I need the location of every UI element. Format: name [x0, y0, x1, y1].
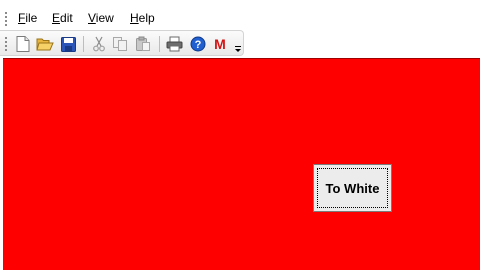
help-icon[interactable]: ? [189, 35, 207, 53]
new-document-icon[interactable] [14, 35, 32, 53]
menu-view[interactable]: View [88, 11, 114, 25]
cut-icon[interactable] [90, 35, 108, 53]
paste-icon[interactable] [134, 35, 152, 53]
to-white-button-label: To White [325, 180, 380, 196]
menu-edit[interactable]: Edit [52, 11, 73, 25]
app-window: File Edit View Help ? M To White [0, 0, 480, 270]
open-folder-icon[interactable] [36, 35, 54, 53]
to-white-button[interactable]: To White [313, 164, 392, 212]
svg-text:?: ? [195, 39, 202, 51]
toolbar-grip[interactable] [5, 37, 7, 51]
toolbar-separator [159, 36, 160, 52]
m-logo-icon[interactable]: M [211, 35, 229, 53]
toolbar: ? M [0, 30, 244, 56]
menu-help[interactable]: Help [130, 11, 155, 25]
menu-file[interactable]: File [18, 11, 37, 25]
toolbar-separator [83, 36, 84, 52]
menu-bar: File Edit View Help [0, 8, 480, 28]
copy-icon[interactable] [111, 35, 129, 53]
print-icon[interactable] [165, 35, 183, 53]
svg-text:M: M [214, 36, 226, 52]
toolbar-overflow-chevron-icon[interactable] [234, 40, 242, 52]
red-canvas-panel [3, 58, 480, 270]
save-icon[interactable] [59, 35, 77, 53]
menubar-grip[interactable] [5, 12, 7, 26]
